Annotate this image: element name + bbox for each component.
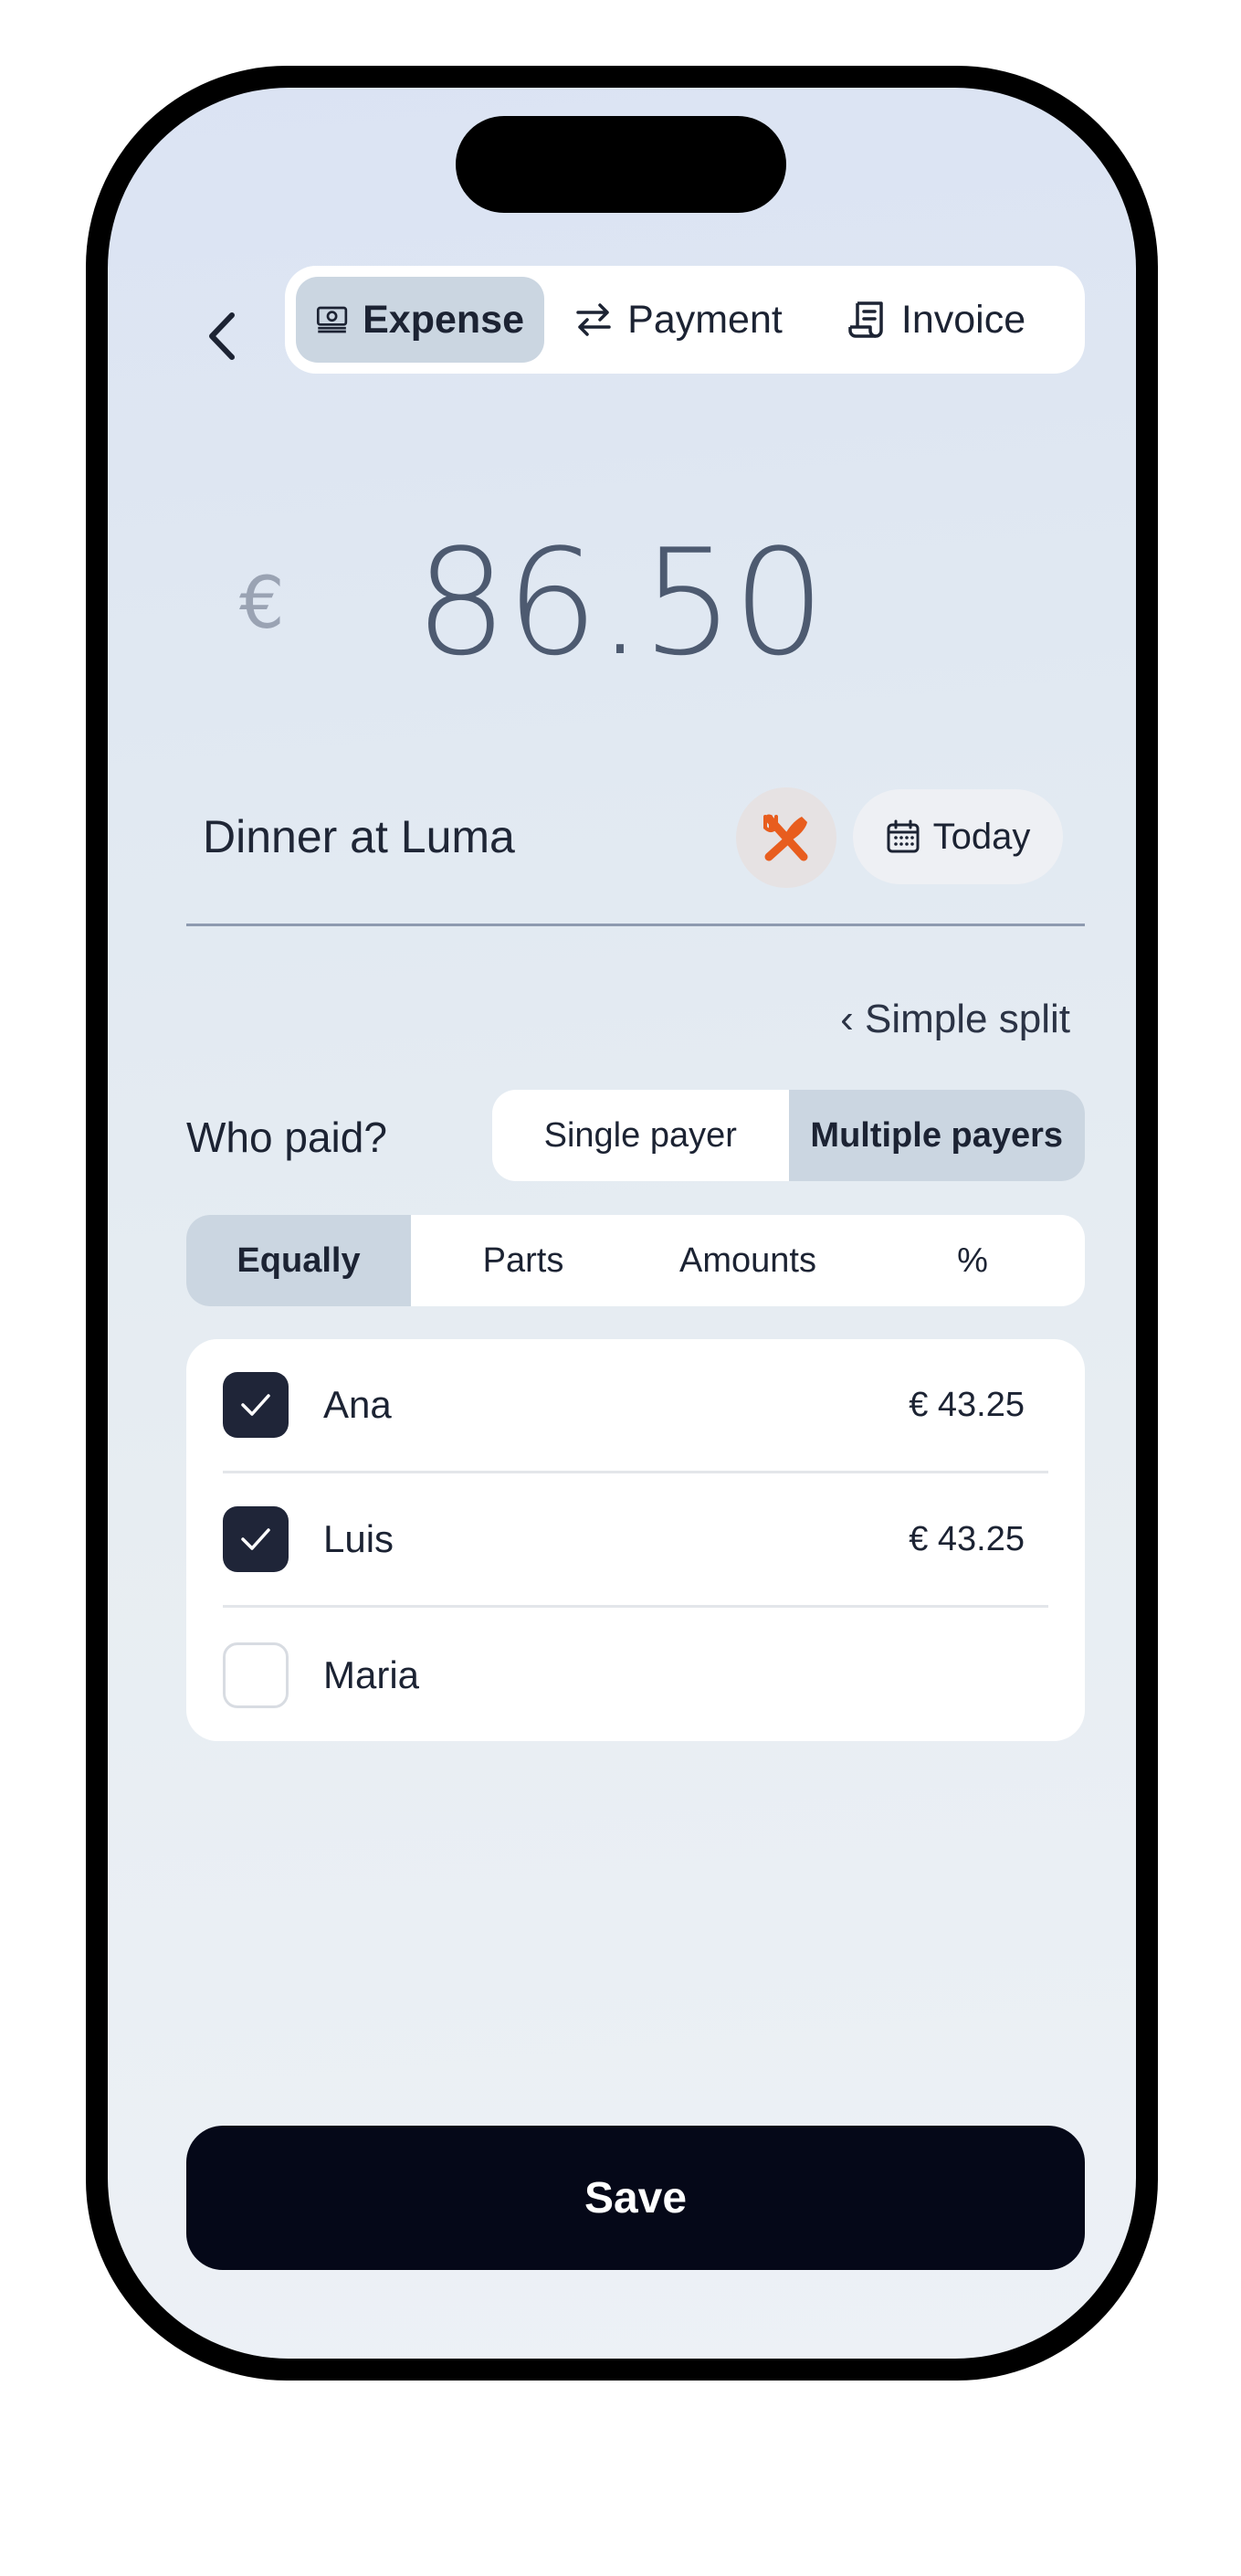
split-percent-option[interactable]: % — [860, 1215, 1085, 1306]
phone-frame: Expense Payment Invoice € 86.50 Dinner a… — [86, 66, 1158, 2381]
participant-row-luis[interactable]: Luis € 43.25 — [223, 1473, 1048, 1608]
checkmark-icon — [241, 1394, 270, 1416]
date-label: Today — [932, 816, 1031, 857]
category-button[interactable] — [736, 787, 836, 888]
description-input[interactable] — [203, 800, 751, 873]
tab-payment-label: Payment — [627, 297, 783, 342]
split-equally-option[interactable]: Equally — [186, 1215, 411, 1306]
participant-checkbox[interactable] — [223, 1372, 289, 1438]
simple-split-link[interactable]: ‹ Simple split — [840, 997, 1070, 1042]
dynamic-island — [456, 116, 786, 213]
participant-name: Maria — [323, 1652, 420, 1696]
date-button[interactable]: Today — [853, 789, 1063, 884]
participant-name: Ana — [323, 1383, 392, 1426]
calendar-icon — [887, 819, 920, 853]
tab-expense-label: Expense — [363, 297, 524, 342]
single-payer-option[interactable]: Single payer — [492, 1090, 789, 1181]
back-button[interactable] — [190, 304, 254, 368]
tab-invoice-label: Invoice — [900, 297, 1026, 342]
multiple-payers-option[interactable]: Multiple payers — [788, 1090, 1085, 1181]
participants-list: Ana € 43.25 Luis € 43.25 Maria — [186, 1339, 1085, 1741]
description-underline — [186, 924, 1085, 926]
tab-expense[interactable]: Expense — [296, 277, 544, 363]
participant-row-maria[interactable]: Maria — [223, 1608, 1048, 1742]
payer-mode-segmented: Single payer Multiple payers — [492, 1090, 1085, 1181]
participant-checkbox[interactable] — [223, 1506, 289, 1572]
banknote-icon — [316, 306, 348, 333]
fork-knife-icon — [763, 814, 808, 861]
split-amounts-option[interactable]: Amounts — [636, 1215, 860, 1306]
transaction-type-tabs: Expense Payment Invoice — [285, 266, 1085, 374]
who-paid-label: Who paid? — [186, 1114, 387, 1161]
participant-amount: € 43.25 — [909, 1519, 1025, 1558]
participant-row-ana[interactable]: Ana € 43.25 — [223, 1339, 1048, 1473]
transfer-arrows-icon — [576, 303, 611, 336]
save-button[interactable]: Save — [186, 2126, 1085, 2270]
participant-name: Luis — [323, 1517, 394, 1560]
tab-payment[interactable]: Payment — [544, 277, 813, 363]
tab-invoice[interactable]: Invoice — [813, 277, 1059, 363]
app-screen: Expense Payment Invoice € 86.50 Dinner a… — [108, 88, 1136, 2359]
chevron-left-icon — [209, 312, 235, 360]
split-method-segmented: Equally Parts Amounts % — [186, 1215, 1085, 1306]
split-parts-option[interactable]: Parts — [411, 1215, 636, 1306]
participant-checkbox[interactable] — [223, 1642, 289, 1708]
participant-amount: € 43.25 — [909, 1385, 1025, 1424]
receipt-icon — [848, 301, 883, 338]
currency-symbol[interactable]: € — [239, 563, 285, 645]
amount-display[interactable]: 86.50 — [382, 517, 857, 688]
checkmark-icon — [241, 1528, 270, 1550]
